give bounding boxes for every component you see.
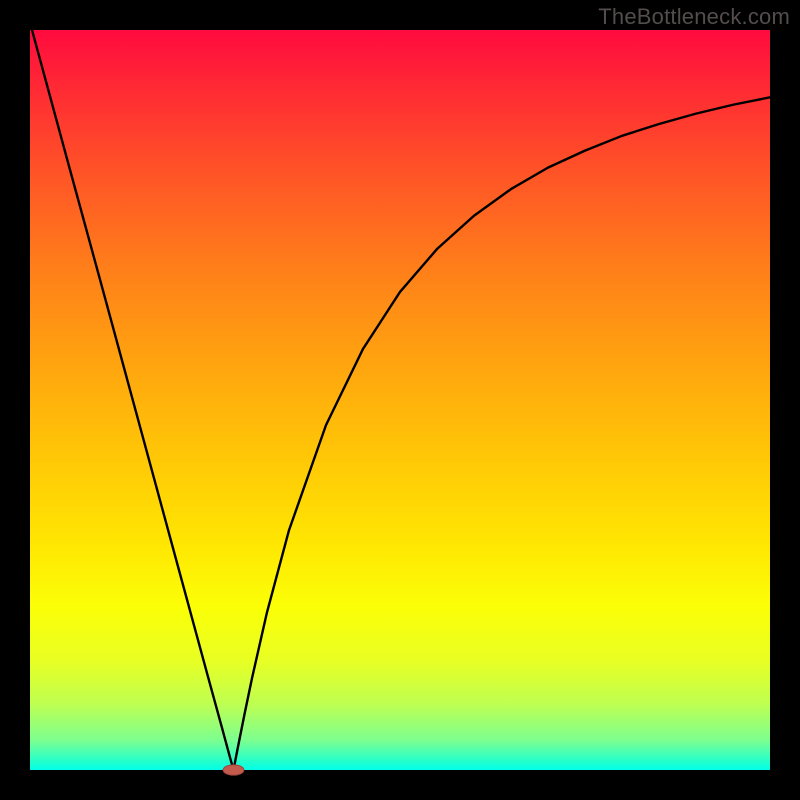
chart-frame: TheBottleneck.com	[0, 0, 800, 800]
curve-right-branch	[234, 97, 771, 770]
watermark-text: TheBottleneck.com	[598, 4, 790, 30]
minimum-marker	[223, 765, 244, 775]
chart-svg	[30, 30, 770, 770]
plot-area	[30, 30, 770, 770]
curve-left-branch	[30, 23, 234, 770]
